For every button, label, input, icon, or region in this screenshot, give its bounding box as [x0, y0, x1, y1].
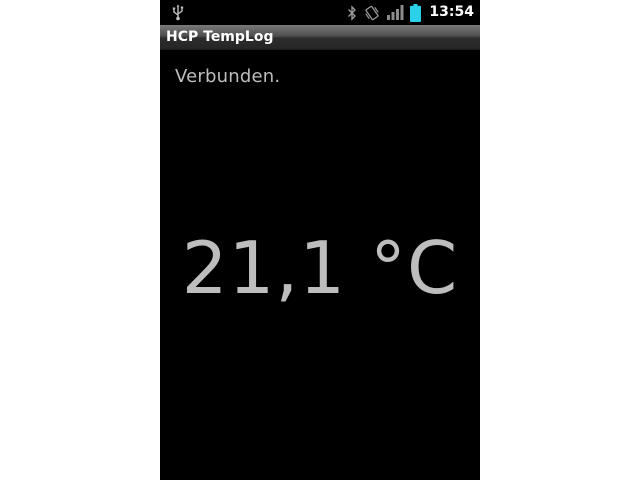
- status-clock: 13:54: [429, 4, 474, 20]
- status-bar: 13:54: [160, 0, 480, 25]
- usb-icon: [172, 4, 184, 21]
- signal-icon: [387, 5, 404, 20]
- vibrate-icon: [365, 5, 380, 20]
- app-title-bar: HCP TempLog: [160, 25, 480, 50]
- status-icons: 13:54: [347, 0, 474, 25]
- bluetooth-icon: [348, 4, 357, 21]
- connection-status-text: Verbunden.: [175, 66, 281, 87]
- app-title: HCP TempLog: [166, 29, 274, 45]
- temperature-readout: 21,1 °C: [181, 226, 459, 310]
- battery-icon: [410, 3, 422, 22]
- phone-screen: 13:54 HCP TempLog Verbunden. 21,1 °C: [160, 0, 480, 480]
